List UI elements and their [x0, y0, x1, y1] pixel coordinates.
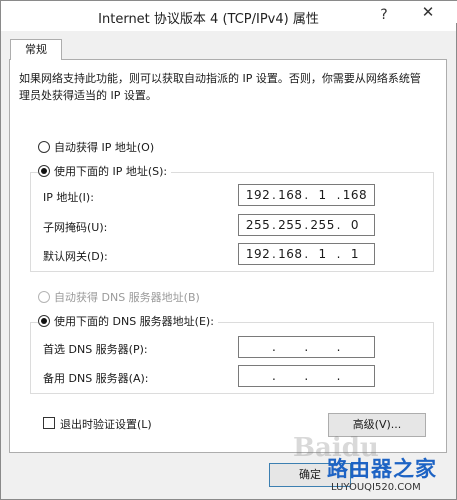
- dns-manual-radio[interactable]: [38, 315, 50, 327]
- ip-manual-radio[interactable]: [38, 165, 50, 177]
- ip-dot: .: [336, 369, 341, 383]
- ip-dot: .: [304, 218, 309, 232]
- ip-dot: .: [304, 188, 309, 202]
- ip-dot: .: [272, 247, 277, 261]
- subnet-mask-label: 子网掩码(U):: [43, 221, 108, 234]
- close-icon: ✕: [421, 3, 435, 21]
- dns-auto-option[interactable]: 自动获得 DNS 服务器地址(B): [38, 289, 200, 305]
- ip-dot: .: [304, 369, 309, 383]
- ip-auto-radio[interactable]: [38, 141, 50, 153]
- ip-address-input[interactable]: 192. 168. 1. 168: [238, 184, 375, 206]
- window-title: Internet 协议版本 4 (TCP/IPv4) 属性: [98, 12, 319, 27]
- preferred-dns-input[interactable]: . . .: [238, 336, 375, 358]
- ip-dot: .: [336, 188, 341, 202]
- help-button[interactable]: ?: [373, 5, 395, 25]
- ip-manual-label: 使用下面的 IP 地址(S):: [54, 165, 168, 178]
- default-gateway-input[interactable]: 192. 168. 1. 1: [238, 243, 375, 265]
- ip-dot: .: [272, 218, 277, 232]
- ip-auto-label: 自动获得 IP 地址(O): [54, 141, 155, 154]
- ip-dot: .: [304, 247, 309, 261]
- mask-octet-3: 255: [310, 218, 335, 232]
- ip-octet-2: 168: [278, 188, 303, 202]
- site-logo-watermark: 路由器之家: [327, 457, 437, 481]
- alternate-dns-label: 备用 DNS 服务器(A):: [43, 372, 149, 385]
- ip-dot: .: [336, 247, 341, 261]
- gateway-octet-4: 1: [350, 247, 359, 261]
- dns-auto-radio[interactable]: [38, 291, 50, 303]
- gateway-octet-2: 168: [278, 247, 303, 261]
- mask-octet-4: 0: [350, 218, 359, 232]
- ip-auto-option[interactable]: 自动获得 IP 地址(O): [38, 139, 154, 155]
- mask-octet-2: 255: [278, 218, 303, 232]
- ip-manual-option[interactable]: 使用下面的 IP 地址(S):: [38, 163, 172, 179]
- ip-dot: .: [336, 218, 341, 232]
- description-text: 如果网络支持此功能，则可以获取自动指派的 IP 设置。否则，你需要从网络系统管理…: [19, 72, 421, 102]
- ip-dot: .: [272, 188, 277, 202]
- close-button[interactable]: ✕: [399, 1, 457, 23]
- dns-manual-option[interactable]: 使用下面的 DNS 服务器地址(E):: [38, 313, 218, 329]
- site-url-watermark: LUYOUQI520.COM: [331, 482, 421, 493]
- ip-octet-1: 192: [245, 188, 271, 202]
- validate-label: 退出时验证设置(L): [60, 418, 152, 431]
- preferred-dns-label: 首选 DNS 服务器(P):: [43, 343, 148, 356]
- validate-checkbox[interactable]: [43, 417, 55, 429]
- gateway-octet-3: 1: [318, 247, 327, 261]
- default-gateway-label: 默认网关(D):: [43, 250, 108, 263]
- ip-dot: .: [336, 340, 341, 354]
- gateway-octet-1: 192: [245, 247, 271, 261]
- alternate-dns-input[interactable]: . . .: [238, 365, 375, 387]
- ip-address-label: IP 地址(I):: [43, 191, 94, 204]
- ip-octet-4: 168: [342, 188, 368, 202]
- title-bar: Internet 协议版本 4 (TCP/IPv4) 属性 ? ✕: [1, 1, 457, 31]
- ip-dot: .: [272, 369, 277, 383]
- dialog-window: Internet 协议版本 4 (TCP/IPv4) 属性 ? ✕ 常规 如果网…: [0, 0, 457, 500]
- mask-octet-1: 255: [245, 218, 271, 232]
- ip-dot: .: [304, 340, 309, 354]
- dns-manual-label: 使用下面的 DNS 服务器地址(E):: [54, 315, 214, 328]
- tab-general[interactable]: 常规: [10, 39, 62, 60]
- dns-auto-label: 自动获得 DNS 服务器地址(B): [54, 291, 200, 304]
- ip-dot: .: [272, 340, 277, 354]
- ip-octet-3: 1: [318, 188, 327, 202]
- subnet-mask-input[interactable]: 255. 255. 255. 0: [238, 214, 375, 236]
